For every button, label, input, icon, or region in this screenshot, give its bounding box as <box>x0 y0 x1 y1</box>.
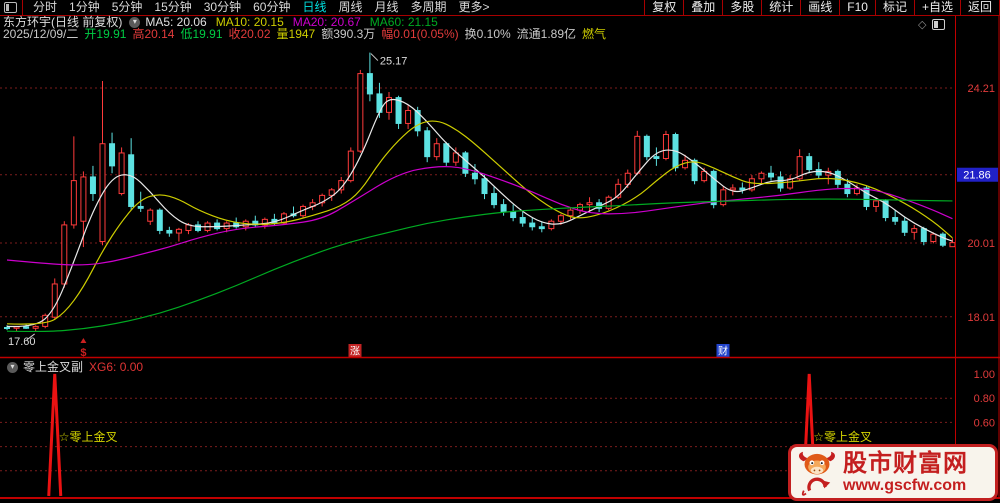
trading-app-window: 分时 1分钟 5分钟 15分钟 30分钟 60分钟 日线 周线 月线 多周期 更多> 复权 叠加 多股统… <box>0 0 1000 503</box>
toolbar: 分时 1分钟 5分钟 15分钟 30分钟 60分钟 日线 周线 月线 多周期 更多> 复权 叠加 多股统… <box>0 0 1000 16</box>
toolbar-buttons: 复权 叠加 多股 统计 画线 F10 标记 +自选 返回 <box>644 0 1000 15</box>
info-field: 幅0.01(0.05%) <box>381 27 459 41</box>
info-field: 流通1.89亿 <box>516 27 577 41</box>
period-tabs: 分时 1分钟 5分钟 15分钟 30分钟 60分钟 日线 周线 月线 多周期 更多> <box>27 0 496 15</box>
info-field: 量1947 <box>276 27 316 41</box>
diamond-icon[interactable]: ◇ <box>918 18 926 31</box>
tab-60分钟[interactable]: 60分钟 <box>247 0 296 15</box>
indicator-name: 零上金叉副 <box>23 360 84 374</box>
button-标记[interactable]: 标记 <box>876 0 915 15</box>
button-多股[interactable]: 多股 <box>723 0 763 15</box>
info-field: 开19.91 <box>84 27 127 41</box>
button-画线[interactable]: 画线 <box>801 0 841 15</box>
row2-icons: ◇ <box>918 18 946 31</box>
tab-30分钟[interactable]: 30分钟 <box>198 0 247 15</box>
info-field: 高20.14 <box>132 27 175 41</box>
ohlc-info-row: 2025/12/09/二 开19.91 高20.14 低19.91 收20.02 量194… <box>3 28 612 40</box>
svg-text:☆零上金叉: ☆零上金叉 <box>813 429 872 444</box>
button-F10[interactable]: F10 <box>840 0 876 15</box>
tab-多周期[interactable]: 多周期 <box>405 0 453 15</box>
svg-text:0.80: 0.80 <box>974 393 995 405</box>
chevron-down-icon[interactable]: ▾ <box>7 362 18 373</box>
tab-月线[interactable]: 月线 <box>369 0 405 15</box>
info-field: 额390.3万 <box>321 27 376 41</box>
svg-text:20.01: 20.01 <box>967 238 995 250</box>
tab-分时[interactable]: 分时 <box>27 0 63 15</box>
panel-layout-icon[interactable] <box>932 19 946 30</box>
info-field: 2025/12/09/二 <box>3 27 79 41</box>
tab-5分钟[interactable]: 5分钟 <box>106 0 149 15</box>
bull-logo-icon <box>799 451 835 496</box>
watermark: 股市财富网 www.gscfw.com <box>788 444 998 501</box>
tab-日线[interactable]: 日线 <box>296 0 332 15</box>
window-layout-icon[interactable] <box>4 2 17 13</box>
info-field: 低19.91 <box>180 27 223 41</box>
watermark-site-name: 股市财富网 <box>843 449 968 477</box>
candlestick-chart[interactable] <box>0 41 954 357</box>
info-field: 换0.10% <box>464 27 511 41</box>
svg-text:☆零上金叉: ☆零上金叉 <box>59 429 118 444</box>
watermark-url: www.gscfw.com <box>843 476 967 494</box>
tab-15分钟[interactable]: 15分钟 <box>148 0 197 15</box>
svg-text:21.86: 21.86 <box>963 170 991 182</box>
info-field: 燃气 <box>582 27 607 41</box>
svg-text:1.00: 1.00 <box>974 369 995 381</box>
indicator-value: XG6: 0.00 <box>89 360 144 374</box>
info-field: 收20.02 <box>228 27 271 41</box>
chevron-down-icon[interactable]: ▾ <box>129 16 141 28</box>
button-统计[interactable]: 统计 <box>762 0 802 15</box>
tab-1分钟[interactable]: 1分钟 <box>63 0 106 15</box>
button-复权[interactable]: 复权 <box>645 0 685 15</box>
svg-text:18.01: 18.01 <box>967 312 995 324</box>
svg-text:0.60: 0.60 <box>974 417 995 429</box>
subpanel-header: ▾ 零上金叉副 XG6: 0.00 <box>2 361 143 374</box>
svg-text:24.21: 24.21 <box>967 83 995 95</box>
button-返回[interactable]: 返回 <box>961 0 1000 15</box>
tab-周线[interactable]: 周线 <box>332 0 368 15</box>
button-叠加[interactable]: 叠加 <box>684 0 724 15</box>
toolbar-divider <box>22 0 23 15</box>
tab-更多>[interactable]: 更多> <box>453 0 496 15</box>
button-+自选[interactable]: +自选 <box>915 0 961 15</box>
